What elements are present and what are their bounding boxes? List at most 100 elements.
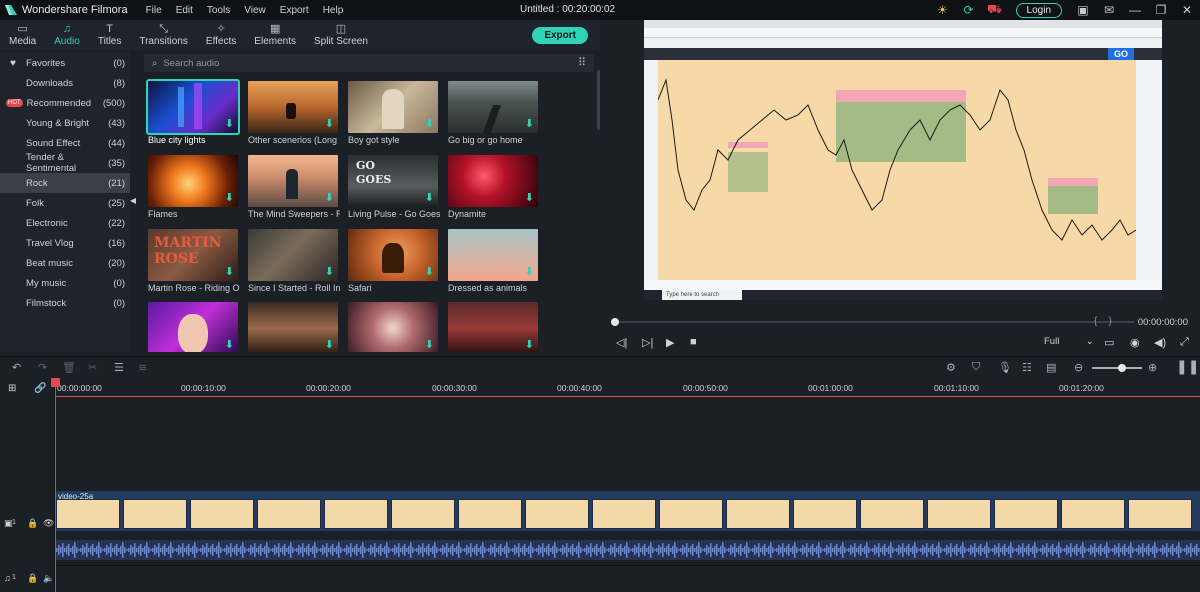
menu-file[interactable]: File	[146, 5, 162, 16]
download-icon[interactable]: ⬇	[425, 191, 434, 204]
search-input[interactable]: Search audio	[163, 58, 219, 69]
play-pause-icon[interactable]: ▷|	[642, 336, 653, 349]
download-icon[interactable]: ⬇	[225, 265, 234, 278]
preview-scrubber[interactable]	[611, 318, 1134, 326]
mixer-icon[interactable]: ☷	[1022, 361, 1032, 374]
media-thumb[interactable]: ⬇	[248, 81, 338, 133]
media-thumb[interactable]: ⬇	[448, 302, 538, 352]
tab-media[interactable]: ▭ Media	[0, 20, 45, 50]
category-downloads[interactable]: Downloads (8)	[0, 73, 130, 93]
tab-elements[interactable]: ▦ Elements	[245, 20, 305, 50]
media-thumb[interactable]: ⬇	[348, 229, 438, 281]
category-beat-music[interactable]: Beat music (20)	[0, 253, 130, 273]
media-thumb[interactable]: GO GOES ⬇	[348, 155, 438, 207]
media-thumb[interactable]: ⬇	[348, 81, 438, 133]
previous-frame-icon[interactable]: ◁|	[616, 336, 627, 349]
delete-icon[interactable]: 🗑	[62, 361, 76, 374]
download-icon[interactable]: ⬇	[425, 117, 434, 130]
eye-icon[interactable]: 👁	[43, 518, 54, 529]
category-favorites[interactable]: ♥ Favorites (0)	[0, 53, 130, 73]
category-rock[interactable]: Rock (21)	[0, 173, 130, 193]
redo-icon[interactable]: ↷	[38, 361, 47, 374]
zoom-out-icon[interactable]: ⊖	[1074, 361, 1083, 374]
play-icon[interactable]: ▶	[666, 336, 674, 349]
download-icon[interactable]: ⬇	[525, 265, 534, 278]
playhead-handle[interactable]	[51, 378, 60, 387]
category-electronic[interactable]: Electronic (22)	[0, 213, 130, 233]
add-track-icon[interactable]: ⊞	[8, 383, 16, 394]
quality-select[interactable]: Full ⌄	[1044, 336, 1094, 347]
media-thumb[interactable]: ⬇	[248, 302, 338, 352]
cut-icon[interactable]: ✂	[88, 361, 97, 374]
render-icon[interactable]: ⚙	[946, 361, 956, 374]
lock-icon[interactable]: 🔒	[27, 573, 38, 584]
undo-icon[interactable]: ↶	[12, 361, 21, 374]
category-filmstock[interactable]: Filmstock (0)	[0, 293, 130, 313]
menu-tools[interactable]: Tools	[207, 5, 230, 16]
restore-icon[interactable]: ❐	[1148, 0, 1174, 20]
tab-split-screen[interactable]: ◫ Split Screen	[305, 20, 377, 50]
adjust-icon[interactable]: ☰	[114, 361, 124, 374]
category-my-music[interactable]: My music (0)	[0, 273, 130, 293]
scrubber-knob[interactable]	[611, 318, 619, 326]
category-young-bright[interactable]: Young & Bright (43)	[0, 113, 130, 133]
grid-scrollbar[interactable]	[597, 70, 600, 130]
download-icon[interactable]: ⬇	[325, 265, 334, 278]
speaker-icon[interactable]: 🔈	[43, 573, 54, 584]
media-thumb[interactable]: ⬇	[448, 81, 538, 133]
media-thumb[interactable]: ⬇	[448, 155, 538, 207]
download-icon[interactable]: ⬇	[425, 338, 434, 351]
category-tender-sentimental[interactable]: Tender & Sentimental (35)	[0, 152, 130, 174]
fullscreen-icon[interactable]: ⤢	[1180, 336, 1189, 349]
tab-audio[interactable]: ♫ Audio	[45, 20, 89, 50]
mark-in-out-icon[interactable]: { }	[1094, 316, 1112, 327]
zoom-slider[interactable]	[1092, 364, 1142, 372]
grid-view-icon[interactable]: ⠿	[578, 56, 586, 69]
category-folk[interactable]: Folk (25)	[0, 193, 130, 213]
export-button[interactable]: Export	[532, 27, 588, 44]
cart-icon[interactable]: ⛟	[982, 0, 1008, 20]
subtitle-icon[interactable]: ▤	[1046, 361, 1056, 374]
microphone-icon[interactable]: 🎙	[998, 361, 1012, 374]
timeline-ruler[interactable]: 00:00:00:00 00:00:10:00 00:00:20:00 00:0…	[55, 378, 1200, 398]
refresh-icon[interactable]: ⟳	[956, 0, 982, 20]
download-icon[interactable]: ⬇	[325, 117, 334, 130]
download-icon[interactable]: ⬇	[525, 117, 534, 130]
download-icon[interactable]: ⬇	[525, 338, 534, 351]
mail-icon[interactable]: ✉	[1096, 0, 1122, 20]
minimize-icon[interactable]: —	[1122, 0, 1148, 20]
media-thumb[interactable]: MARTIN ROSE ⬇	[148, 229, 238, 281]
download-icon[interactable]: ⬇	[525, 191, 534, 204]
media-thumb[interactable]: ⬇	[146, 79, 240, 135]
media-thumb[interactable]: ⬇	[248, 155, 338, 207]
zoom-in-icon[interactable]: ⊕	[1148, 361, 1157, 374]
category-sound-effect[interactable]: Sound Effect (44)	[0, 133, 130, 153]
media-thumb[interactable]: ⬇	[148, 302, 238, 352]
category-recommended[interactable]: HOT Recommended (500)	[0, 93, 130, 113]
media-thumb[interactable]: ⬇	[448, 229, 538, 281]
volume-icon[interactable]: ◀)	[1154, 336, 1166, 349]
download-icon[interactable]: ⬇	[225, 191, 234, 204]
audio-wave-icon[interactable]: ≋	[138, 361, 147, 374]
close-icon[interactable]: ✕	[1174, 0, 1200, 20]
save-icon[interactable]: ▣	[1070, 0, 1096, 20]
snapshot-icon[interactable]: ◉	[1130, 336, 1140, 349]
link-icon[interactable]: 🔗	[34, 383, 46, 394]
audio-clip[interactable]	[56, 540, 1200, 560]
media-thumb[interactable]: ⬇	[148, 155, 238, 207]
marker-icon[interactable]: ⛉	[972, 361, 980, 374]
lightbulb-icon[interactable]: ☀	[930, 0, 956, 20]
video-clip[interactable]: video-25a	[56, 491, 1200, 531]
download-icon[interactable]: ⬇	[225, 117, 234, 130]
tab-transitions[interactable]: ⤡ Transitions	[130, 20, 197, 50]
download-icon[interactable]: ⬇	[325, 191, 334, 204]
download-icon[interactable]: ⬇	[225, 338, 234, 351]
media-thumb[interactable]: ⬇	[248, 229, 338, 281]
menu-edit[interactable]: Edit	[176, 5, 193, 16]
pause-panel-icon[interactable]: ❚❚	[1176, 358, 1199, 375]
lock-icon[interactable]: 🔒	[27, 518, 38, 529]
playhead-line[interactable]	[55, 378, 56, 592]
menu-help[interactable]: Help	[323, 5, 344, 16]
category-travel-vlog[interactable]: Travel Vlog (16)	[0, 233, 130, 253]
media-thumb[interactable]: ⬇	[348, 302, 438, 352]
